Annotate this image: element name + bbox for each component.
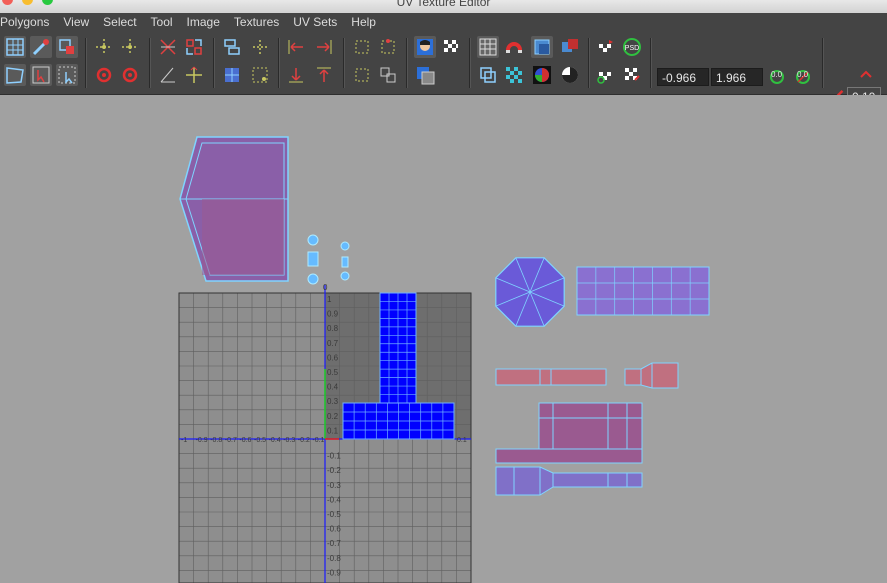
checker-pattern-icon[interactable] [503, 64, 525, 86]
v-axis-label: 0.1 [327, 426, 339, 435]
origin-label: 0 [323, 283, 328, 292]
scale-field-label: 0.0 [797, 70, 809, 79]
u-axis-label: -0.9 [196, 437, 208, 444]
psd-checker-icon[interactable] [621, 64, 643, 86]
image-display-icon[interactable] [414, 36, 436, 58]
psd-label: PSD [625, 45, 639, 52]
menu-tool[interactable]: Tool [144, 13, 180, 32]
u-axis-label: -0.3 [283, 437, 295, 444]
toolbar: PSD -0.966 1.966 0.0 0.0 0.10 [0, 32, 887, 121]
menu-polygons[interactable]: Polygons [0, 13, 56, 32]
v-axis-label: -0.7 [327, 539, 341, 548]
select-uv-icon[interactable] [4, 36, 26, 58]
straighten-icon[interactable] [249, 64, 271, 86]
move-up-icon[interactable] [313, 64, 335, 86]
dim-image-icon[interactable] [477, 64, 499, 86]
checker-icon[interactable] [440, 36, 462, 58]
uv-shell-octagon[interactable] [495, 257, 565, 327]
rotate-ccw-icon[interactable] [93, 64, 115, 86]
sew-edges-icon[interactable] [183, 36, 205, 58]
u-axis-label: -0.5 [254, 437, 266, 444]
filter-icon[interactable] [414, 64, 436, 86]
update-psd-icon[interactable] [595, 36, 617, 58]
u-axis-label: -0.6 [239, 437, 251, 444]
layout-icon[interactable] [157, 64, 179, 86]
v-axis-label: 1 [327, 295, 332, 304]
v-axis-label: 0.4 [327, 383, 339, 392]
align-u-icon[interactable] [221, 36, 243, 58]
grid-icon[interactable] [477, 36, 499, 58]
v-axis-label: 0.6 [327, 353, 339, 362]
rgb-channel-icon[interactable] [531, 64, 553, 86]
cut-edges-icon[interactable] [157, 36, 179, 58]
uv-canvas[interactable]: 10.90.80.70.60.50.40.30.20.1-0.1-0.2-0.3… [0, 95, 887, 583]
move-right-icon[interactable] [313, 36, 335, 58]
align-v-icon[interactable] [249, 36, 271, 58]
menu-help[interactable]: Help [344, 13, 383, 32]
u-axis-label: -1 [181, 437, 187, 444]
menu-image[interactable]: Image [180, 13, 227, 32]
uv-shell-bars[interactable] [495, 362, 679, 389]
menu-view[interactable]: View [56, 13, 96, 32]
v-axis-label: -0.9 [327, 568, 341, 577]
u-axis-label: -0.4 [269, 437, 281, 444]
window-title: UV Texture Editor [396, 0, 491, 9]
stack-icon[interactable] [351, 64, 373, 86]
v-axis-label: 0.5 [327, 368, 339, 377]
uv-viewport[interactable]: 1 0.9 0.8 0.7 0.6 0.5 0.4 0.3 0.2 0.1 -0.1 -0.2 -0.3… [0, 95, 887, 583]
v-value-field[interactable]: 1.966 [711, 68, 763, 86]
texture-border-icon[interactable] [559, 36, 581, 58]
v-axis-label: 0.7 [327, 339, 339, 348]
uv-shell-small[interactable] [307, 234, 350, 285]
v-axis-label: 0.9 [327, 310, 339, 319]
flip-v-icon[interactable] [119, 36, 141, 58]
rotate-cw-icon[interactable] [119, 64, 141, 86]
u-value-field[interactable]: -0.966 [657, 68, 709, 86]
cut-uv-icon[interactable] [56, 64, 78, 86]
u-axis-label: -0.2 [298, 437, 310, 444]
v-axis-label: -0.1 [327, 452, 341, 461]
title-bar: UV Texture Editor [0, 0, 887, 13]
menu-uv-sets[interactable]: UV Sets [286, 13, 344, 32]
v-axis-label: -0.3 [327, 481, 341, 490]
v-axis-label: -0.8 [327, 554, 341, 563]
unfold-icon[interactable] [183, 64, 205, 86]
snap-together-icon[interactable] [351, 36, 373, 58]
u-axis-label: -0.1 [312, 437, 324, 444]
move-down-icon[interactable] [285, 64, 307, 86]
move-left-icon[interactable] [285, 36, 307, 58]
flip-u-icon[interactable] [93, 36, 115, 58]
move-uv-icon[interactable] [30, 36, 52, 58]
grid-uv-icon[interactable] [221, 64, 243, 86]
snap-transform-icon[interactable] [377, 36, 399, 58]
v-axis-label: -0.5 [327, 510, 341, 519]
v-axis-label: 0.3 [327, 397, 339, 406]
snap-icon[interactable] [503, 36, 525, 58]
u-axis-label: -0.7 [225, 437, 237, 444]
v-axis-label: 0.2 [327, 412, 339, 421]
uv-shell-strip[interactable] [576, 266, 710, 316]
menu-select[interactable]: Select [96, 13, 143, 32]
smudge-icon[interactable] [30, 64, 52, 86]
stack-shells-icon[interactable] [377, 64, 399, 86]
u-axis-label: 0.1 [457, 437, 467, 444]
alpha-channel-icon[interactable] [559, 64, 581, 86]
step-up-icon[interactable] [855, 64, 877, 80]
u-axis-label: -0.8 [210, 437, 222, 444]
menu-textures[interactable]: Textures [227, 13, 286, 32]
shaded-uv-icon[interactable] [531, 36, 553, 58]
v-axis-label: -0.2 [327, 466, 341, 475]
rotate-field-label: 0.0 [771, 70, 783, 79]
v-axis-label: 0.8 [327, 324, 339, 333]
psd-network-icon[interactable]: PSD [621, 36, 643, 58]
lattice-icon[interactable] [4, 64, 26, 86]
uv-shell-box[interactable] [179, 136, 289, 282]
uv-shell-lower[interactable] [495, 402, 643, 496]
v-axis-label: -0.4 [327, 495, 341, 504]
v-axis-label: -0.6 [327, 525, 341, 534]
menu-bar: Polygons View Select Tool Image Textures… [0, 13, 887, 32]
psd-refresh-icon[interactable] [595, 64, 617, 86]
scale-uv-icon[interactable] [56, 36, 78, 58]
